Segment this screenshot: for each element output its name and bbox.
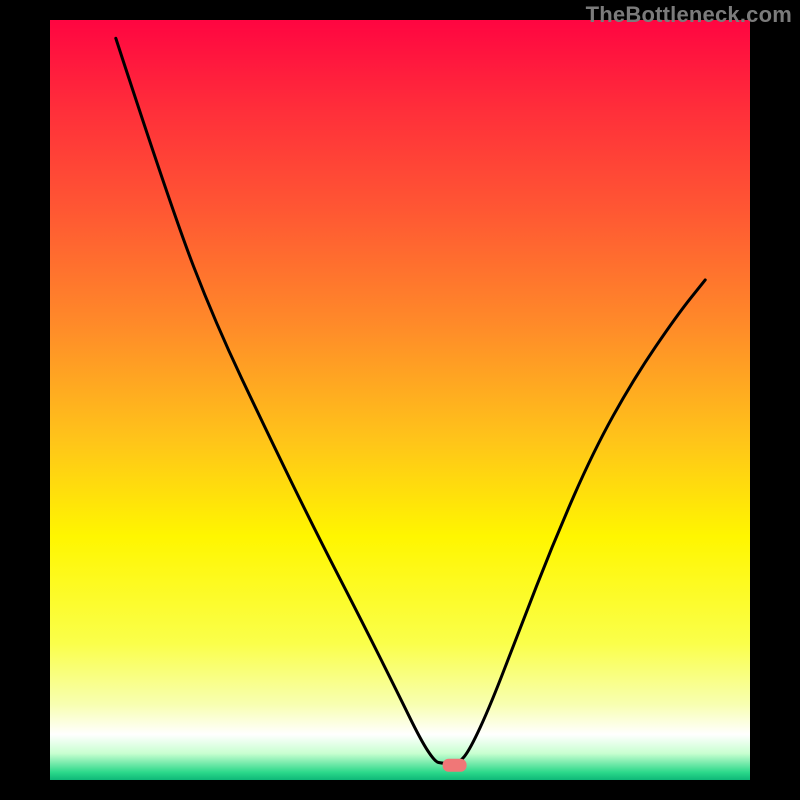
watermark: TheBottleneck.com [586,2,792,28]
plot-background [50,20,750,780]
optimum-marker [443,759,467,772]
chart-svg [0,0,800,800]
chart-stage: TheBottleneck.com [0,0,800,800]
